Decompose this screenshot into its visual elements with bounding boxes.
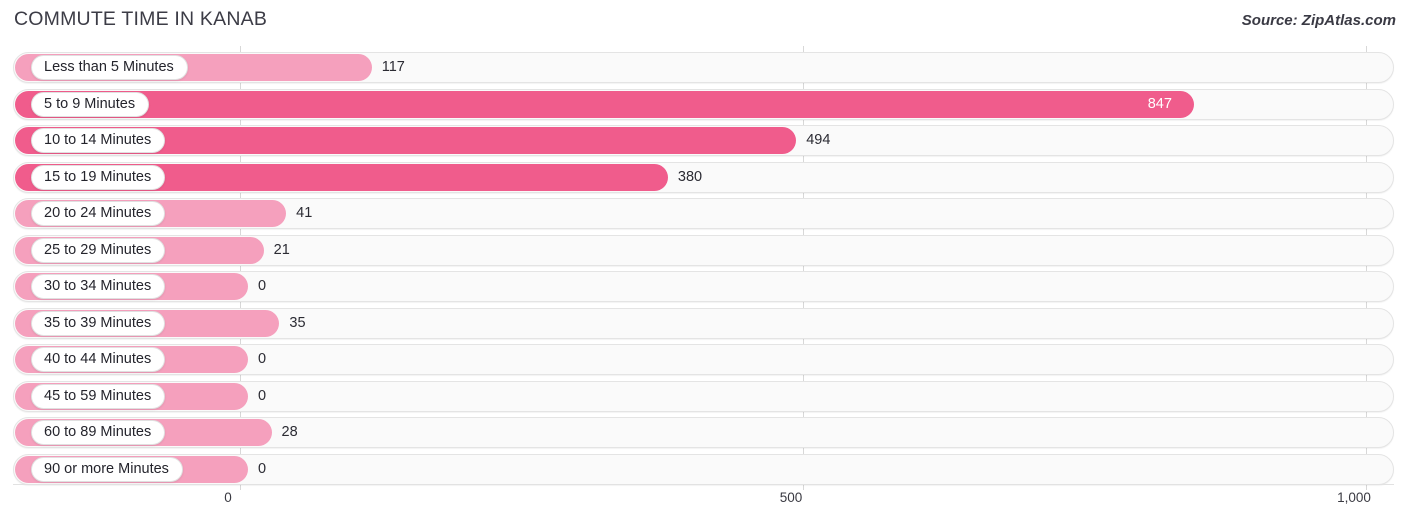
bar-row[interactable]: 40 to 44 Minutes 0 [0, 344, 1406, 375]
category-label-pill: 30 to 34 Minutes [31, 274, 166, 299]
axis-line [13, 484, 1394, 485]
bar-row[interactable]: 10 to 14 Minutes 494 [0, 125, 1406, 156]
category-label-pill: 10 to 14 Minutes [31, 128, 166, 153]
category-label-pill: Less than 5 Minutes [31, 55, 188, 80]
tick-label: 500 [779, 490, 803, 505]
category-label-text: Less than 5 Minutes [44, 59, 174, 76]
value-label: 0 [258, 460, 267, 477]
category-label-pill: 90 or more Minutes [31, 456, 183, 482]
value-label: 0 [258, 278, 267, 294]
value-label: 847 [1147, 95, 1172, 112]
source-label: Source: ZipAtlas.com [1241, 12, 1396, 29]
category-label-text: 30 to 34 Minutes [44, 278, 152, 295]
bar-row[interactable]: 35 to 39 Minutes 35 [0, 307, 1406, 339]
category-label-text: 60 to 89 Minutes [44, 424, 152, 441]
category-label-text: 10 to 14 Minutes [44, 132, 152, 149]
category-label-text: 5 to 9 Minutes [44, 95, 136, 112]
category-label-pill: 5 to 9 Minutes [31, 91, 150, 117]
value-label: 35 [289, 314, 306, 331]
category-label-text: 15 to 19 Minutes [44, 168, 152, 185]
x-axis: 0 500 1,000 [0, 484, 1406, 522]
value-label: 41 [296, 205, 313, 221]
page-title: COMMUTE TIME IN KANAB [14, 8, 268, 30]
category-label-text: 35 to 39 Minutes [44, 314, 152, 331]
tick-label: 1,000 [1337, 490, 1371, 505]
bar-row[interactable]: Less than 5 Minutes 117 [0, 52, 1406, 83]
category-label-text: 25 to 29 Minutes [44, 241, 152, 258]
bar-row[interactable]: 25 to 29 Minutes 21 [0, 234, 1406, 266]
bar-row[interactable]: 45 to 59 Minutes 0 [0, 380, 1406, 412]
bar-row[interactable]: 20 to 24 Minutes 41 [0, 198, 1406, 229]
value-label: 0 [258, 387, 267, 404]
value-label: 28 [281, 424, 298, 440]
category-label-text: 20 to 24 Minutes [44, 205, 152, 222]
category-label-text: 45 to 59 Minutes [44, 387, 152, 404]
value-label: 494 [806, 132, 831, 148]
bar-row[interactable]: 15 to 19 Minutes 380 [0, 161, 1406, 193]
category-label-pill: 40 to 44 Minutes [31, 347, 166, 372]
category-label-pill: 60 to 89 Minutes [31, 420, 166, 445]
value-label: 0 [258, 351, 267, 367]
category-label-text: 90 or more Minutes [44, 460, 169, 477]
chart-plot-area: Less than 5 Minutes 117 5 to 9 Minutes 847 1… [0, 46, 1406, 490]
category-label-pill: 25 to 29 Minutes [31, 237, 166, 263]
category-label-pill: 35 to 39 Minutes [31, 310, 166, 336]
chart-header: COMMUTE TIME IN KANAB Source: ZipAtlas.c… [0, 0, 1406, 44]
value-bar[interactable] [15, 90, 1194, 118]
value-label: 380 [677, 168, 703, 185]
bar-row[interactable]: 5 to 9 Minutes 847 [0, 88, 1406, 120]
tick-label: 0 [224, 490, 232, 505]
bar-row[interactable]: 30 to 34 Minutes 0 [0, 271, 1406, 302]
bar-row[interactable]: 60 to 89 Minutes 28 [0, 417, 1406, 448]
category-label-pill: 15 to 19 Minutes [31, 164, 166, 190]
category-label-pill: 45 to 59 Minutes [31, 383, 166, 409]
value-label: 21 [273, 241, 290, 258]
bar-row[interactable]: 90 or more Minutes 0 [0, 453, 1406, 485]
value-label: 117 [381, 59, 405, 75]
category-label-text: 40 to 44 Minutes [44, 351, 152, 368]
category-label-pill: 20 to 24 Minutes [31, 201, 166, 226]
